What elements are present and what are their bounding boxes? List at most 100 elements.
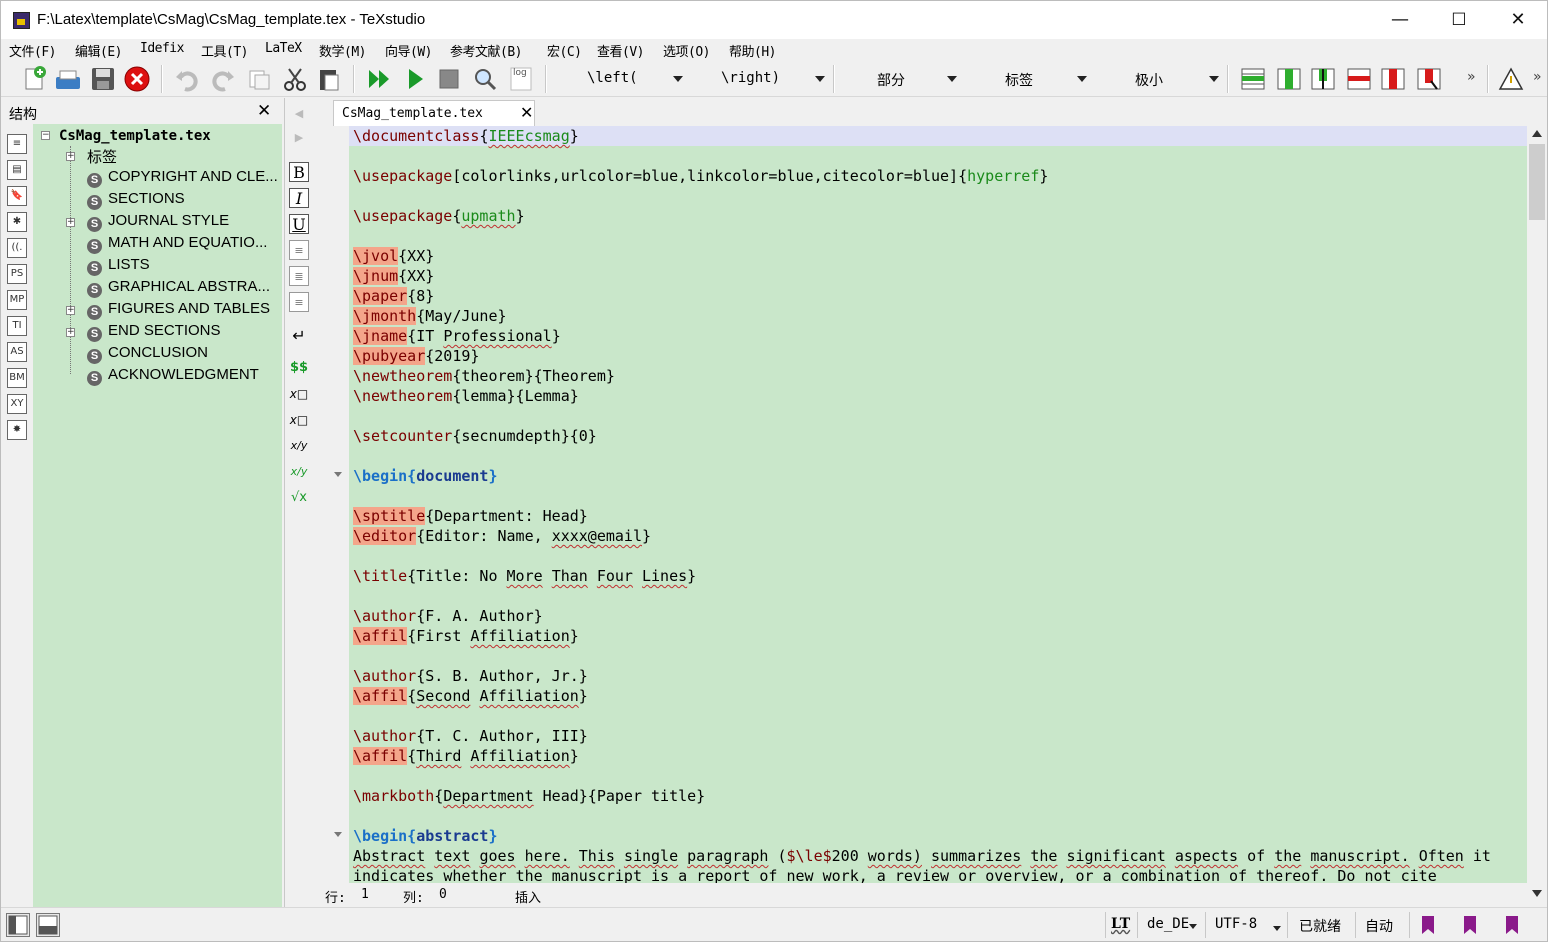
- copy-icon[interactable]: [245, 65, 273, 93]
- code-line[interactable]: \author{F. A. Author}: [353, 606, 543, 626]
- languagetool-icon[interactable]: LT: [1111, 916, 1130, 932]
- tree-item[interactable]: S MATH AND EQUATIO...: [87, 234, 267, 256]
- subscript-icon[interactable]: x□: [289, 384, 309, 404]
- underline-icon[interactable]: U: [289, 214, 309, 234]
- tree-item[interactable]: S LISTS: [87, 256, 150, 278]
- menu-wizards[interactable]: 向导(W): [385, 41, 432, 60]
- stop-icon[interactable]: [435, 65, 463, 93]
- label-combo[interactable]: 标签: [965, 67, 1089, 91]
- fold-marker-icon[interactable]: [334, 472, 342, 477]
- tree-item[interactable]: S GRAPHICAL ABSTRA...: [87, 278, 270, 300]
- code-line[interactable]: \title{Title: No More Than Four Lines}: [353, 566, 696, 586]
- table-cell-del-icon[interactable]: [1415, 65, 1443, 93]
- dfrac-icon[interactable]: x/y: [289, 462, 309, 482]
- menu-bibliography[interactable]: 参考文献(B): [450, 41, 522, 60]
- redo-icon[interactable]: [209, 65, 237, 93]
- code-line[interactable]: indicates whether the manuscript is a re…: [353, 866, 1437, 883]
- tree-item[interactable]: S END SECTIONS: [87, 322, 221, 344]
- toolbar-overflow-button-2[interactable]: »: [1533, 69, 1542, 85]
- menu-help[interactable]: 帮助(H): [729, 41, 776, 60]
- size-combo[interactable]: 极小: [1095, 67, 1221, 91]
- table-cell-icon[interactable]: [1309, 65, 1337, 93]
- inline-math-icon[interactable]: $$: [289, 358, 309, 378]
- new-file-icon[interactable]: [21, 65, 49, 93]
- tree-item[interactable]: S ACKNOWLEDGMENT: [87, 366, 259, 388]
- code-line[interactable]: \author{S. B. Author, Jr.}: [353, 666, 588, 686]
- align-right-icon[interactable]: ≡: [289, 292, 309, 312]
- undo-icon[interactable]: [173, 65, 201, 93]
- superscript-icon[interactable]: x□: [289, 410, 309, 430]
- code-line[interactable]: \setcounter{secnumdepth}{0}: [353, 426, 597, 446]
- scrollbar-thumb[interactable]: [1529, 144, 1545, 220]
- bookmark-icon[interactable]: 🔖: [7, 186, 27, 206]
- tikz-icon[interactable]: TI: [7, 316, 27, 336]
- tree-item[interactable]: S CONCLUSION: [87, 344, 208, 366]
- brackets-icon[interactable]: ((.: [7, 238, 27, 258]
- forward-arrow-icon[interactable]: ▶: [289, 128, 309, 148]
- scroll-down-icon[interactable]: [1532, 890, 1542, 897]
- toolbar-overflow-button[interactable]: »: [1467, 69, 1476, 85]
- code-line[interactable]: \jnum{XX}: [353, 266, 434, 286]
- scroll-up-icon[interactable]: [1532, 130, 1542, 137]
- expand-toggle[interactable]: +: [66, 152, 75, 161]
- code-line[interactable]: \markboth{Department Head}{Paper title}: [353, 786, 705, 806]
- table-col-del-icon[interactable]: [1379, 65, 1407, 93]
- language-selector[interactable]: de_DE: [1147, 916, 1189, 932]
- code-line[interactable]: \usepackage{upmath}: [353, 206, 525, 226]
- code-line[interactable]: \sptitle{Department: Head}: [353, 506, 588, 526]
- cut-icon[interactable]: [281, 65, 309, 93]
- tree-item[interactable]: S FIGURES AND TABLES: [87, 300, 270, 322]
- back-arrow-icon[interactable]: ◀: [289, 104, 309, 124]
- save-icon[interactable]: [89, 65, 117, 93]
- code-line[interactable]: \pubyear{2019}: [353, 346, 479, 366]
- table-row-add-icon[interactable]: [1239, 65, 1267, 93]
- tree-item[interactable]: S SECTIONS: [87, 190, 185, 212]
- pdf-bookmark-icon-2[interactable]: [1461, 915, 1479, 935]
- metapost-icon[interactable]: MP: [7, 290, 27, 310]
- align-left-icon[interactable]: ≡: [289, 240, 309, 260]
- code-line[interactable]: \documentclass{IEEEcsmag}: [353, 126, 579, 146]
- tree-root-file[interactable]: CsMag_template.tex: [59, 128, 211, 144]
- compile-icon[interactable]: [401, 65, 429, 93]
- close-window-button[interactable]: ✕: [1489, 1, 1547, 39]
- menu-edit[interactable]: 编辑(E): [75, 41, 122, 60]
- toc-icon[interactable]: ▤: [7, 160, 27, 180]
- encoding-selector[interactable]: UTF-8: [1215, 916, 1257, 932]
- pdf-bookmark-icon[interactable]: [1419, 915, 1437, 935]
- language-dropdown-icon[interactable]: [1189, 924, 1197, 929]
- code-line[interactable]: \affil{First Affiliation}: [353, 626, 579, 646]
- menu-idefix[interactable]: Idefix: [140, 41, 184, 56]
- code-line[interactable]: \jname{IT Professional}: [353, 326, 561, 346]
- tree-item[interactable]: S COPYRIGHT AND CLE...: [87, 168, 278, 190]
- table-col-add-icon[interactable]: [1275, 65, 1303, 93]
- collapse-root-toggle[interactable]: −: [41, 131, 50, 140]
- newline-icon[interactable]: ↵: [289, 326, 309, 346]
- tab-csmag-template[interactable]: CsMag_template.tex ✕: [333, 100, 535, 126]
- view-icon[interactable]: [471, 65, 499, 93]
- code-line[interactable]: \editor{Editor: Name, xxxx@email}: [353, 526, 651, 546]
- left-delimiter-combo[interactable]: \left(: [557, 67, 685, 91]
- macros-icon[interactable]: ✸: [7, 420, 27, 440]
- align-center-icon[interactable]: ≣: [289, 266, 309, 286]
- expand-toggle[interactable]: +: [66, 328, 75, 337]
- structure-icon[interactable]: ≡: [7, 134, 27, 154]
- code-editor[interactable]: \documentclass{IEEEcsmag} \usepackage[col…: [349, 126, 1527, 883]
- encoding-dropdown-icon[interactable]: [1273, 926, 1281, 931]
- expand-toggle[interactable]: +: [66, 306, 75, 315]
- menu-latex[interactable]: LaTeX: [265, 41, 302, 56]
- symbols-icon[interactable]: ✱: [7, 212, 27, 232]
- close-doc-icon[interactable]: [123, 65, 151, 93]
- code-line[interactable]: \paper{8}: [353, 286, 434, 306]
- code-line[interactable]: \begin{document}: [353, 466, 498, 486]
- table-row-del-icon[interactable]: [1345, 65, 1373, 93]
- code-line[interactable]: \affil{Third Affiliation}: [353, 746, 579, 766]
- code-line[interactable]: \jmonth{May/June}: [353, 306, 507, 326]
- pdf-bookmark-icon-3[interactable]: [1503, 915, 1521, 935]
- beamer-icon[interactable]: BM: [7, 368, 27, 388]
- toggle-structure-icon[interactable]: [6, 913, 30, 937]
- toggle-messages-icon[interactable]: [36, 913, 60, 937]
- menu-tools[interactable]: 工具(T): [201, 41, 248, 60]
- print-icon[interactable]: [53, 65, 81, 93]
- code-line[interactable]: \newtheorem{theorem}{Theorem}: [353, 366, 615, 386]
- fraction-icon[interactable]: x/y: [289, 436, 309, 456]
